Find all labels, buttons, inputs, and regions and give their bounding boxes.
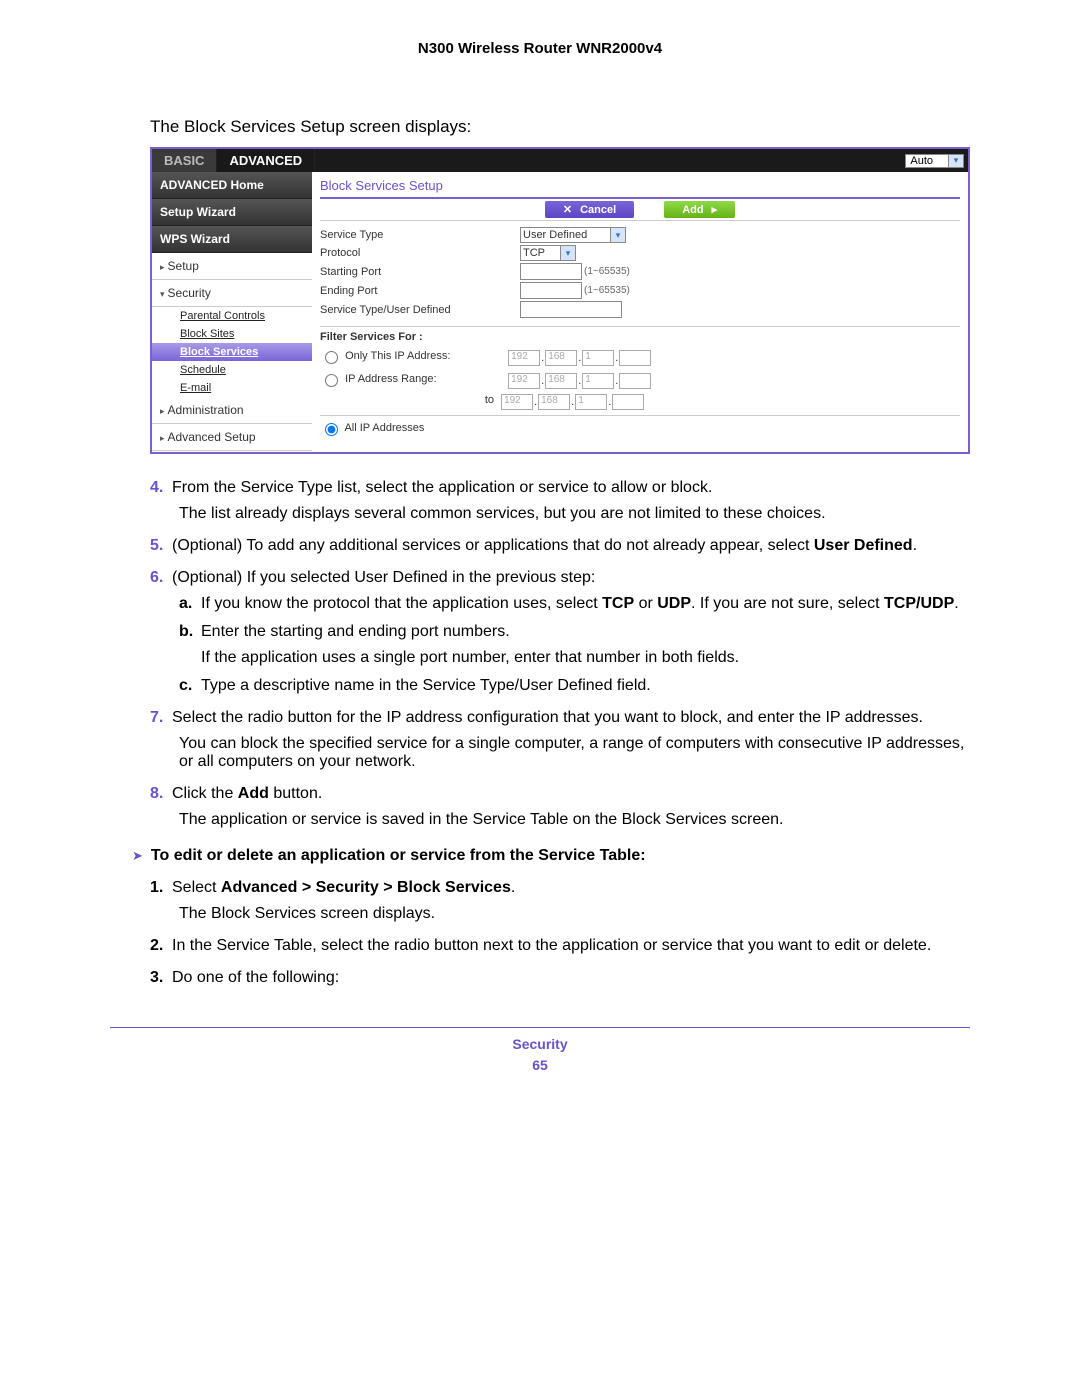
step-6: 6.(Optional) If you selected User Define… [150, 569, 970, 695]
ending-port-input[interactable] [520, 282, 582, 299]
step-7: 7.Select the radio button for the IP add… [150, 709, 970, 771]
protocol-select[interactable]: TCP▾ [520, 245, 576, 261]
sidebar-sub-parental-controls[interactable]: Parental Controls [152, 307, 312, 325]
chevron-down-icon: ▾ [948, 155, 963, 167]
ip-range-from: 192. 168. 1. [508, 373, 651, 389]
service-type-select[interactable]: User Defined▾ [520, 227, 626, 243]
screenshot-block-services-setup: BASIC ADVANCED Auto ▾ ADVANCED Home Setu… [150, 147, 970, 454]
ip-range-to: 192. 168. 1. [501, 394, 644, 410]
proc2-step-3: 3.Do one of the following: [150, 969, 970, 987]
auto-dropdown-value: Auto [910, 155, 933, 167]
port-hint: (1~65535) [584, 266, 630, 277]
radio-only-this-ip-input[interactable] [325, 351, 338, 364]
content-panel: Block Services Setup ✕Cancel Add▸ Servic… [312, 172, 968, 452]
auto-dropdown[interactable]: Auto ▾ [905, 154, 964, 168]
radio-only-this-ip[interactable]: Only This IP Address: 192. 168. 1. [320, 348, 960, 366]
panel-title: Block Services Setup [320, 178, 960, 193]
document-page: N300 Wireless Router WNR2000v4 The Block… [0, 0, 1080, 1106]
radio-all-ip[interactable]: All IP Addresses [320, 415, 960, 436]
ip-only-this: 192. 168. 1. [508, 350, 651, 366]
document-title: N300 Wireless Router WNR2000v4 [110, 40, 970, 57]
filter-services-for-label: Filter Services For : [320, 326, 960, 343]
page-footer: Security 65 [110, 1034, 970, 1076]
footer-section: Security [110, 1034, 970, 1055]
top-bar: Auto ▾ [315, 149, 968, 172]
intro-text: The Block Services Setup screen displays… [150, 117, 970, 137]
starting-port-label: Starting Port [320, 266, 520, 278]
procedure-heading: ➤To edit or delete an application or ser… [132, 847, 970, 865]
cancel-button[interactable]: ✕Cancel [545, 201, 634, 218]
ending-port-label: Ending Port [320, 285, 520, 297]
sidebar-item-administration[interactable]: ▸Administration [152, 397, 312, 424]
step-4: 4.From the Service Type list, select the… [150, 479, 970, 523]
procedure2-list: 1.Select Advanced > Security > Block Ser… [150, 879, 970, 987]
protocol-label: Protocol [320, 247, 520, 259]
chevron-down-icon: ▾ [610, 228, 625, 242]
port-hint: (1~65535) [584, 285, 630, 296]
footer-page-number: 65 [110, 1055, 970, 1076]
close-icon: ✕ [563, 203, 572, 216]
triangle-right-icon: ▸ [160, 406, 165, 416]
step-5: 5.(Optional) To add any additional servi… [150, 537, 970, 555]
button-row: ✕Cancel Add▸ [320, 197, 960, 221]
starting-port-input[interactable] [520, 263, 582, 280]
step-6b: b.Enter the starting and ending port num… [179, 623, 970, 667]
sidebar-item-advanced-setup[interactable]: ▸Advanced Setup [152, 424, 312, 451]
sidebar-item-security[interactable]: ▾Security [152, 280, 312, 307]
triangle-right-icon: ➤ [132, 848, 143, 863]
triangle-right-icon: ▸ [160, 433, 165, 443]
sidebar-sub-schedule[interactable]: Schedule [152, 361, 312, 379]
proc2-step-1: 1.Select Advanced > Security > Block Ser… [150, 879, 970, 923]
tab-basic[interactable]: BASIC [152, 149, 217, 172]
tab-advanced[interactable]: ADVANCED [217, 149, 315, 172]
radio-ip-range-input[interactable] [325, 374, 338, 387]
service-type-label: Service Type [320, 229, 520, 241]
tab-strip: BASIC ADVANCED [152, 149, 315, 172]
sidebar-item-setup-wizard[interactable]: Setup Wizard [152, 199, 312, 226]
sidebar-item-setup[interactable]: ▸Setup [152, 253, 312, 280]
step-6-sublist: a.If you know the protocol that the appl… [179, 595, 970, 695]
radio-ip-range[interactable]: IP Address Range: 192. 168. 1. [320, 371, 960, 389]
step-6a: a.If you know the protocol that the appl… [179, 595, 970, 613]
footer-divider [110, 1027, 970, 1028]
radio-all-ip-input[interactable] [325, 423, 338, 436]
service-type-user-defined-label: Service Type/User Defined [320, 304, 520, 316]
sidebar-sub-email[interactable]: E-mail [152, 379, 312, 397]
chevron-down-icon: ▾ [560, 246, 575, 260]
proc2-step-2: 2.In the Service Table, select the radio… [150, 937, 970, 955]
sidebar-item-advanced-home[interactable]: ADVANCED Home [152, 172, 312, 199]
step-list: 4.From the Service Type list, select the… [150, 479, 970, 829]
sidebar-item-wps-wizard[interactable]: WPS Wizard [152, 226, 312, 253]
triangle-down-icon: ▾ [160, 289, 165, 299]
sidebar-sub-block-sites[interactable]: Block Sites [152, 325, 312, 343]
sidebar: ADVANCED Home Setup Wizard WPS Wizard ▸S… [152, 172, 312, 452]
triangle-right-icon: ▸ [160, 262, 165, 272]
step-6c: c.Type a descriptive name in the Service… [179, 677, 970, 695]
triangle-right-icon: ▸ [712, 203, 718, 216]
service-type-user-defined-input[interactable] [520, 301, 622, 318]
add-button[interactable]: Add▸ [664, 201, 735, 218]
to-label: to [320, 394, 494, 406]
step-8: 8.Click the Add button. The application … [150, 785, 970, 829]
sidebar-sub-block-services[interactable]: Block Services [152, 343, 312, 361]
